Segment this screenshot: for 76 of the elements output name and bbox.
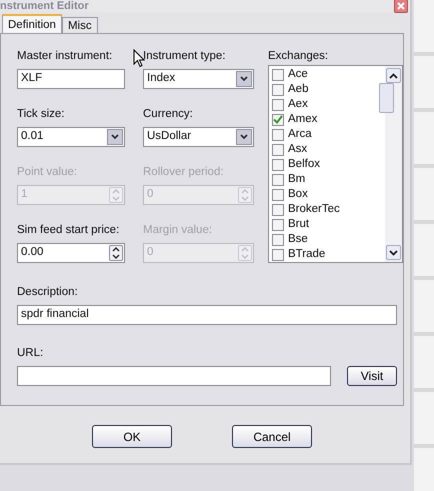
field-value: 0.01 xyxy=(21,129,44,144)
field-value: 0 xyxy=(147,245,154,260)
list-item-label: BTrade xyxy=(288,246,326,262)
list-item-label: Box xyxy=(288,186,308,202)
field-label: Master instrument: xyxy=(17,49,114,64)
window-title: nstrument Editor xyxy=(0,0,89,13)
field-label: Currency: xyxy=(143,107,194,122)
input-field[interactable]: XLF xyxy=(17,69,125,89)
field-label: URL: xyxy=(17,346,44,361)
field-label: Instrument type: xyxy=(143,49,226,64)
chevron-down-icon xyxy=(111,134,119,140)
checkbox[interactable] xyxy=(272,188,284,200)
mouse-pointer-icon xyxy=(133,49,145,68)
chevron-down-icon xyxy=(240,76,248,82)
field-value: XLF xyxy=(21,71,42,86)
scroll-up-button[interactable] xyxy=(386,68,401,83)
field-value: UsDollar xyxy=(147,129,192,144)
dropdown[interactable]: 0.01 xyxy=(17,127,125,147)
close-button[interactable] xyxy=(394,0,408,13)
scroll-thumb[interactable] xyxy=(379,83,394,113)
ok-button[interactable]: OK xyxy=(92,425,172,448)
field-value: spdr financial xyxy=(21,307,89,322)
field-label: Margin value: xyxy=(143,223,214,238)
checkbox[interactable] xyxy=(272,128,284,140)
chevron-up-icon xyxy=(389,72,398,78)
dropdown[interactable]: UsDollar xyxy=(143,127,254,147)
chevron-down-icon xyxy=(389,250,398,256)
field-value: 0.00 xyxy=(21,245,44,260)
spinner-arrows-icon xyxy=(110,188,122,202)
input-field[interactable] xyxy=(17,366,331,386)
checkbox[interactable] xyxy=(272,144,284,156)
spinner-arrows-icon xyxy=(239,246,251,260)
field-label: Sim feed start price: xyxy=(17,223,120,238)
field-value: 1 xyxy=(21,187,28,202)
checkbox[interactable] xyxy=(272,174,284,186)
spin-field[interactable]: 0.00 xyxy=(17,243,125,263)
checkbox[interactable] xyxy=(272,68,284,80)
checkbox[interactable] xyxy=(272,204,284,216)
field-label: Point value: xyxy=(17,165,78,180)
scrollbar[interactable] xyxy=(385,66,402,262)
dropdown[interactable]: Index xyxy=(143,69,254,89)
field-label: Rollover period: xyxy=(143,165,225,180)
cancel-button[interactable]: Cancel xyxy=(232,425,312,448)
list-item-label: Aeb xyxy=(288,82,308,97)
close-icon xyxy=(397,2,405,10)
checkbox[interactable] xyxy=(272,114,284,126)
list-item-label: Arca xyxy=(288,126,312,142)
list-item-label: BrokerTec xyxy=(288,202,340,217)
checkbox[interactable] xyxy=(272,234,284,246)
check-icon xyxy=(273,115,283,124)
list-item-label: Brut xyxy=(288,216,310,232)
list-item-label: Asx xyxy=(288,142,308,157)
checkbox[interactable] xyxy=(272,84,284,96)
checkbox[interactable] xyxy=(272,158,284,170)
checkbox[interactable] xyxy=(272,248,284,260)
field-value: 0 xyxy=(147,187,154,202)
field-label: Description: xyxy=(17,285,79,300)
list-item-label: Bse xyxy=(288,232,308,247)
checkbox[interactable] xyxy=(272,98,284,110)
spinner-arrows-icon xyxy=(110,246,122,260)
chevron-down-icon xyxy=(240,134,248,140)
tab[interactable]: Definition xyxy=(2,14,62,33)
list-item-label: Bm xyxy=(288,172,306,187)
scroll-down-button[interactable] xyxy=(386,245,401,260)
list-item-label: Amex xyxy=(288,112,318,127)
list-item-label: Belfox xyxy=(288,156,320,172)
field-value: Index xyxy=(147,71,176,86)
list-label: Exchanges: xyxy=(268,49,330,64)
list-item-label: Ace xyxy=(288,66,308,82)
spinner-arrows-icon xyxy=(239,188,251,202)
tab[interactable]: Misc xyxy=(62,17,98,33)
checkbox[interactable] xyxy=(272,218,284,230)
list-item-label: Aex xyxy=(288,96,308,112)
visit-button[interactable]: Visit xyxy=(347,366,397,386)
field-label: Tick size: xyxy=(17,107,66,122)
input-field[interactable]: spdr financial xyxy=(17,305,397,325)
